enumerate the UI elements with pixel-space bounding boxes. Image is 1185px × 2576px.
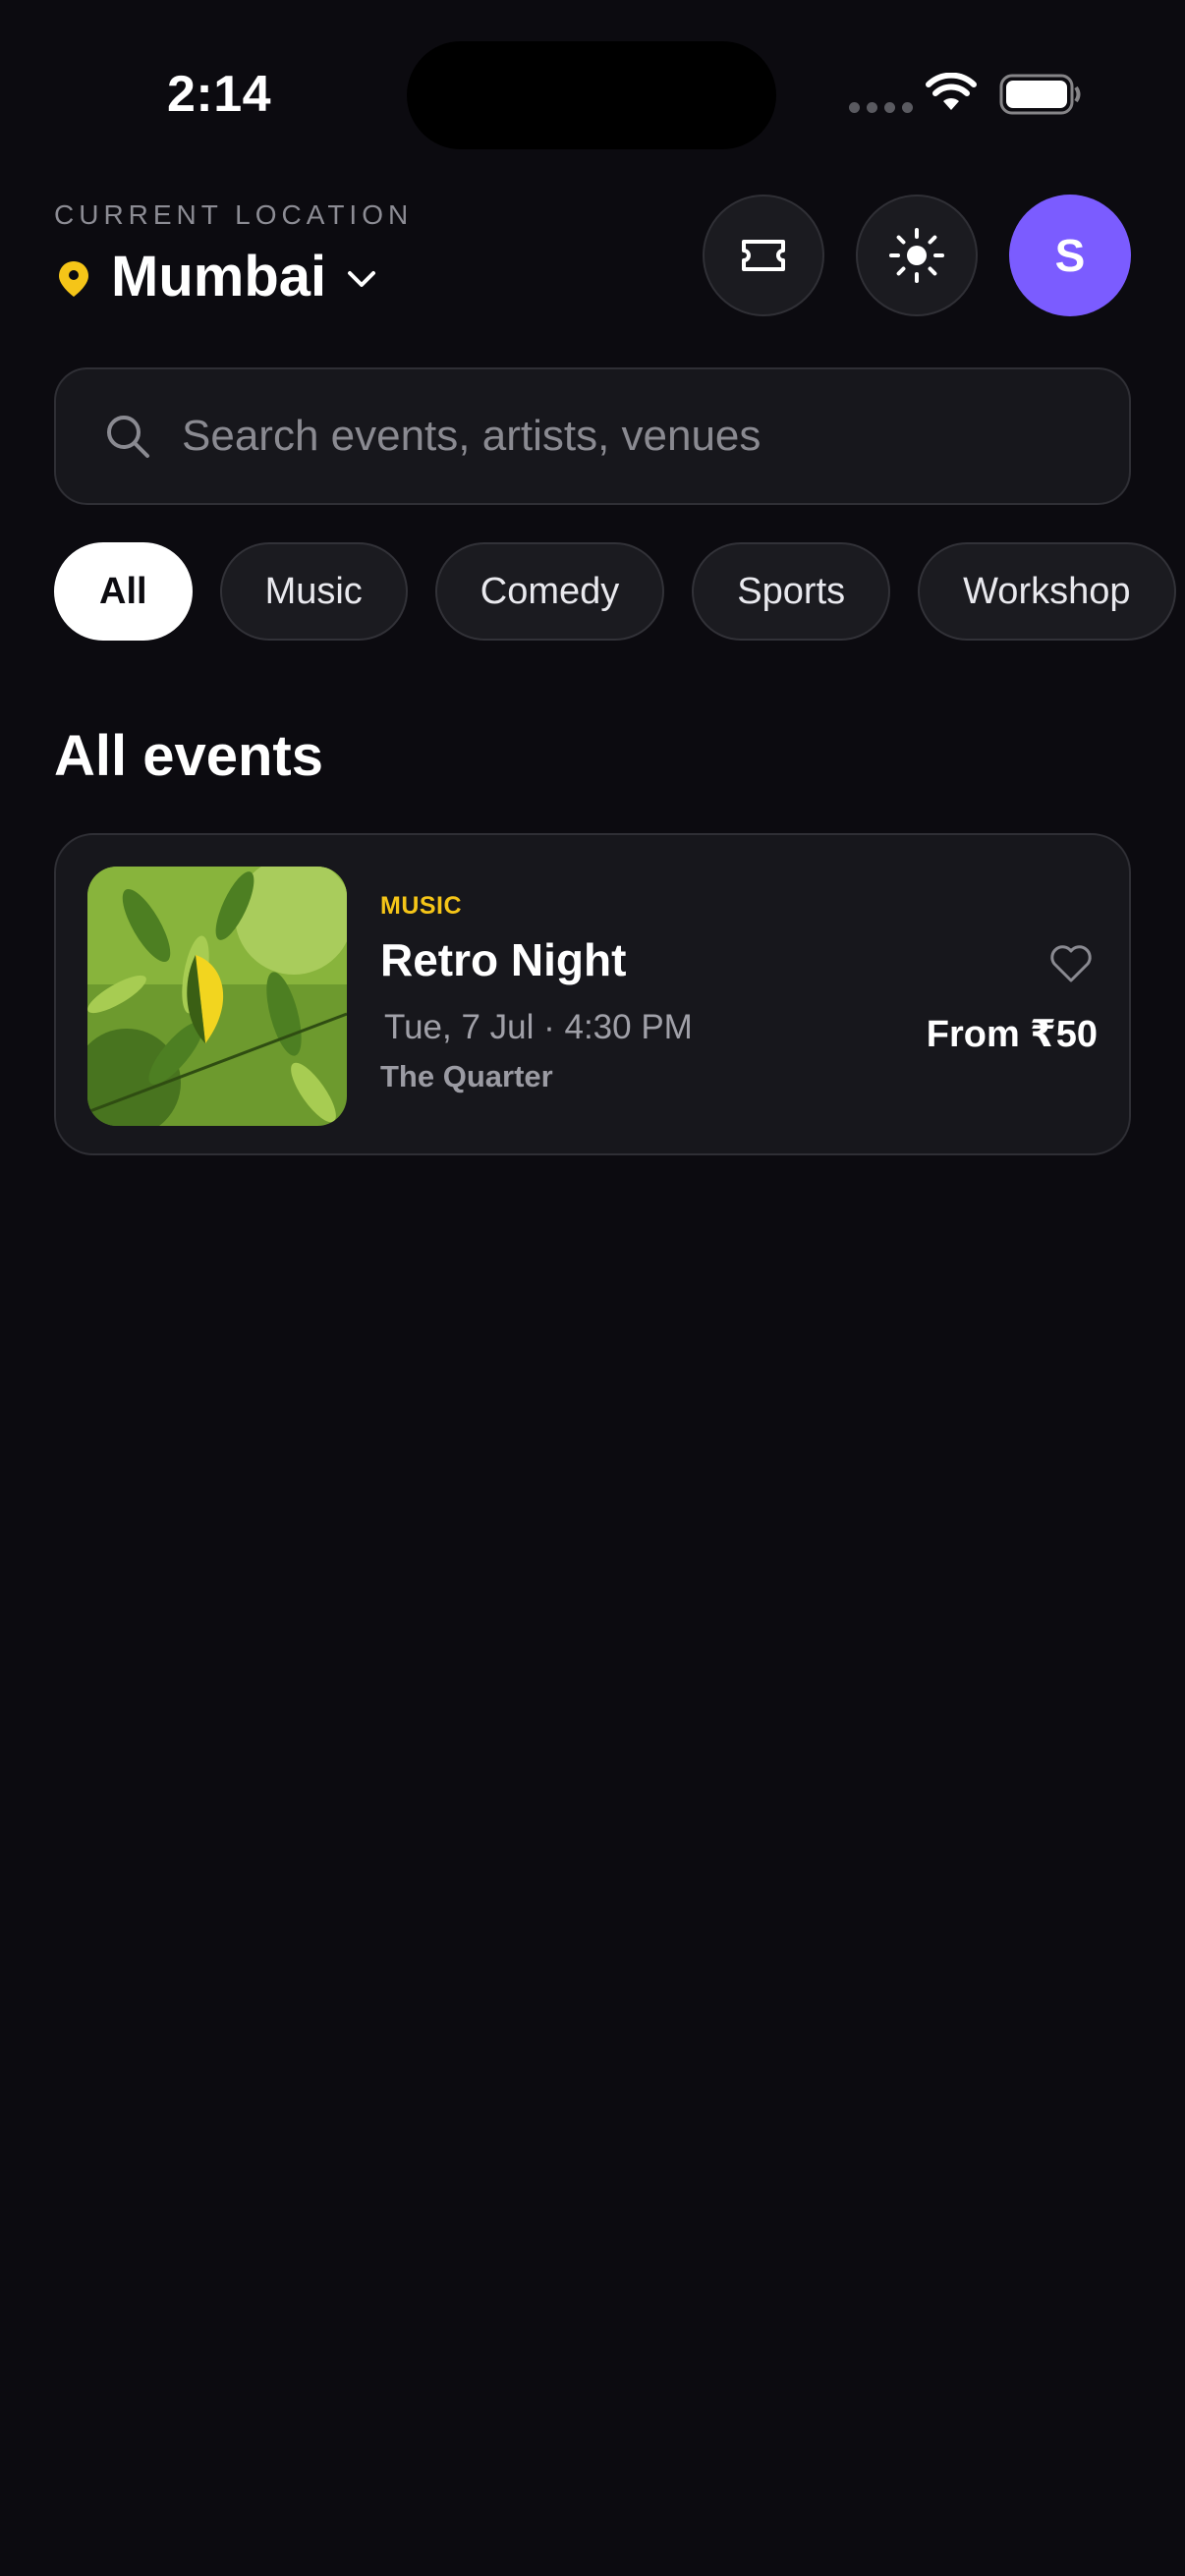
category-filter: All Music Comedy Sports Workshop	[54, 542, 1176, 641]
event-date: Tue, 7 Jul · 4:30 PM	[384, 1008, 693, 1046]
my-tickets-button[interactable]	[703, 195, 824, 316]
section-title: All events	[54, 724, 323, 788]
event-thumbnail	[87, 867, 347, 1126]
location-pin-icon	[59, 261, 88, 297]
sun-icon	[889, 228, 944, 283]
chevron-down-icon[interactable]	[346, 267, 377, 291]
event-category: MUSIC	[380, 892, 463, 920]
wifi-icon	[926, 73, 977, 110]
chip-sports[interactable]: Sports	[692, 542, 891, 641]
chip-workshop[interactable]: Workshop	[918, 542, 1176, 641]
search-bar[interactable]	[54, 367, 1131, 505]
battery-icon	[999, 74, 1081, 115]
chip-music[interactable]: Music	[219, 542, 408, 641]
city-selector[interactable]: Mumbai	[111, 244, 326, 309]
search-icon	[107, 416, 149, 458]
profile-avatar[interactable]: S	[1009, 195, 1131, 316]
location-label: CURRENT LOCATION	[54, 199, 414, 230]
chip-all[interactable]: All	[54, 542, 193, 641]
ticket-icon	[742, 240, 785, 271]
status-time: 2:14	[167, 66, 272, 123]
event-price: From ₹50	[926, 1014, 1098, 1055]
dynamic-island	[407, 41, 776, 149]
theme-toggle-button[interactable]	[856, 195, 978, 316]
search-input[interactable]	[180, 411, 1129, 462]
leaves-image	[87, 867, 347, 1126]
chip-comedy[interactable]: Comedy	[434, 542, 665, 641]
event-card[interactable]: MUSIC Retro Night Tue, 7 Jul · 4:30 PM T…	[54, 833, 1131, 1155]
event-title: Retro Night	[380, 934, 627, 985]
cellular-signal-icon	[849, 102, 913, 113]
event-venue: The Quarter	[380, 1059, 553, 1093]
heart-icon[interactable]	[1048, 943, 1094, 984]
